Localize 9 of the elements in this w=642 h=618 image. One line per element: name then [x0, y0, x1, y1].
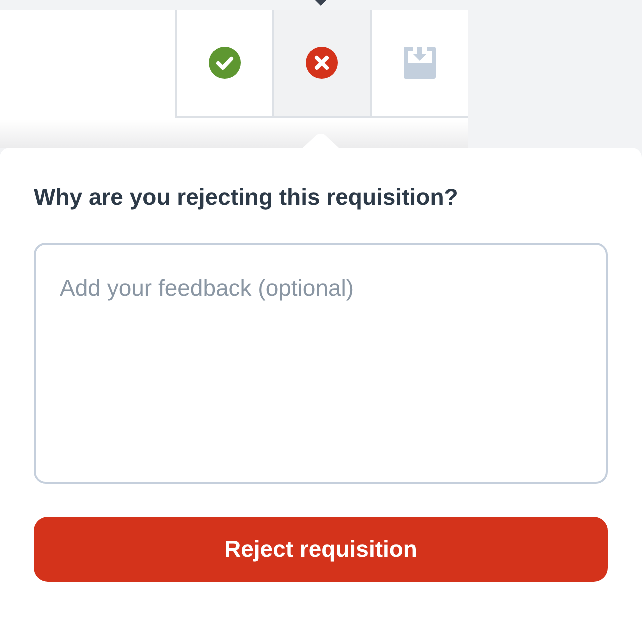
popover-title: Why are you rejecting this requisition? [34, 184, 460, 211]
close-icon [306, 47, 338, 79]
reject-button[interactable]: Reject requisition [34, 517, 608, 582]
reject-action-button[interactable] [272, 10, 370, 118]
check-icon [208, 47, 241, 79]
feedback-field[interactable]: Add your feedback (optional) [34, 243, 608, 484]
caret-icon [315, 0, 327, 6]
download-tray-icon [404, 47, 436, 79]
approve-action-button[interactable] [174, 10, 272, 118]
